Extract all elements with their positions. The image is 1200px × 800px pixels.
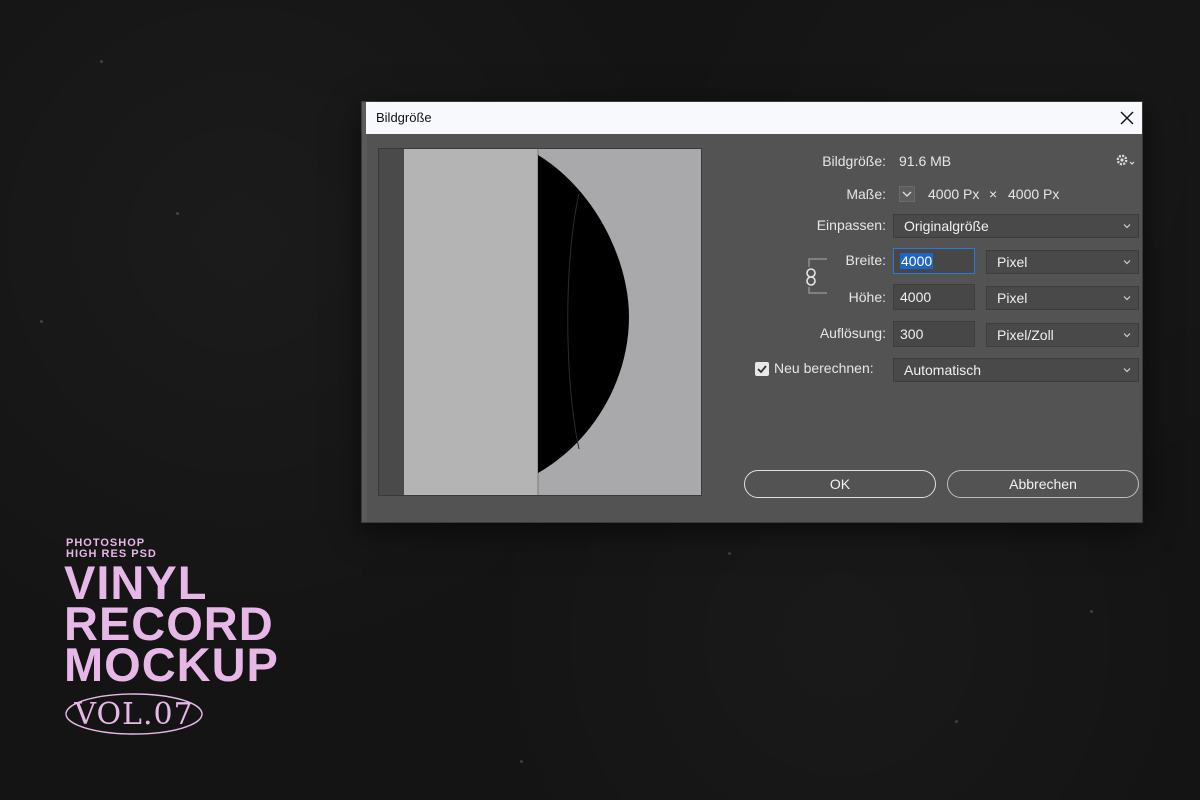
brand-volume-text: VOL.07: [73, 697, 193, 732]
chevron-down-icon: [1123, 368, 1131, 373]
width-unit-value: Pixel: [997, 254, 1028, 270]
brand-volume-badge: VOL.07: [65, 693, 203, 735]
background-speck: [40, 320, 43, 323]
dimensions-height: 4000 Px: [1008, 186, 1060, 202]
height-label: Höhe:: [848, 289, 886, 305]
dimensions-width: 4000 Px: [928, 186, 980, 202]
ok-button[interactable]: OK: [744, 470, 936, 498]
background-speck: [176, 212, 179, 215]
dialog-title: Bildgröße: [376, 110, 432, 125]
width-input[interactable]: 4000: [893, 248, 975, 274]
background-speck: [100, 60, 103, 63]
background-speck: [1090, 610, 1093, 613]
height-unit-value: Pixel: [997, 290, 1028, 306]
height-input-value: 4000: [900, 289, 932, 305]
chevron-down-icon: [1123, 333, 1131, 338]
background-speck: [728, 552, 731, 555]
chevron-down-icon: [1123, 224, 1131, 229]
preview-image: [379, 149, 701, 495]
dimensions-label: Maße:: [846, 186, 886, 202]
background-speck: [520, 760, 523, 763]
dialog-titlebar: Bildgröße: [362, 102, 1142, 134]
height-unit-dropdown[interactable]: Pixel: [986, 286, 1139, 310]
resample-dropdown-value: Automatisch: [904, 362, 982, 378]
width-unit-dropdown[interactable]: Pixel: [986, 250, 1139, 274]
image-preview[interactable]: [378, 148, 702, 496]
width-label: Breite:: [845, 252, 886, 268]
chevron-down-icon: [1123, 296, 1131, 301]
width-input-value: 4000: [900, 253, 934, 269]
fit-dropdown[interactable]: Originalgröße: [893, 214, 1139, 238]
resolution-input[interactable]: 300: [893, 321, 975, 347]
chevron-down-icon: [902, 191, 912, 197]
resolution-label: Auflösung:: [819, 325, 886, 341]
close-icon: [1120, 111, 1134, 125]
dimensions-times: ×: [989, 186, 998, 202]
resolution-unit-dropdown[interactable]: Pixel/Zoll: [986, 323, 1139, 347]
dialog-border: [362, 134, 367, 522]
brand-title-mockup: MOCKUP: [64, 638, 279, 691]
resample-label: Neu berechnen:: [774, 360, 874, 376]
height-input[interactable]: 4000: [893, 284, 975, 310]
fit-dropdown-value: Originalgröße: [904, 218, 989, 234]
gear-icon: [1116, 154, 1135, 166]
settings-menu-button[interactable]: [1114, 152, 1138, 170]
image-size-value: 91.6 MB: [899, 153, 952, 169]
image-size-dialog: Bildgröße Bildgröße: 91.6 MB Maße: 4000 …: [362, 102, 1142, 522]
link-chain-icon: [806, 268, 816, 286]
resample-checkbox[interactable]: [755, 362, 769, 376]
image-size-label: Bildgröße:: [822, 153, 886, 169]
resolution-input-value: 300: [900, 326, 924, 342]
dimensions-unit-toggle[interactable]: [899, 186, 915, 202]
background-speck: [955, 720, 958, 723]
fit-label: Einpassen:: [816, 217, 886, 233]
constrain-proportions-button[interactable]: [803, 267, 819, 287]
chevron-down-icon: [1123, 260, 1131, 265]
checkbox-checked-icon: [757, 365, 767, 374]
cancel-button[interactable]: Abbrechen: [947, 470, 1139, 498]
resolution-unit-value: Pixel/Zoll: [997, 327, 1054, 343]
resample-dropdown[interactable]: Automatisch: [893, 358, 1139, 382]
close-button[interactable]: [1112, 102, 1142, 134]
